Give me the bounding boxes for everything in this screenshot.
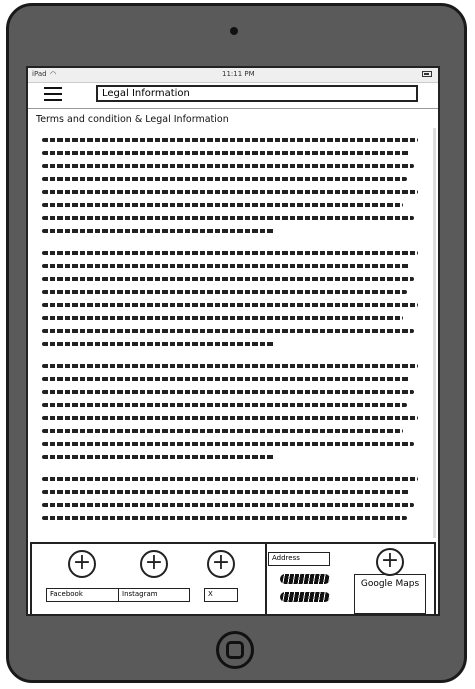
- x-plus-icon[interactable]: +: [207, 550, 235, 578]
- placeholder-text-line: [42, 216, 415, 220]
- placeholder-text-line: [42, 177, 407, 181]
- placeholder-text-line: [42, 290, 407, 294]
- facebook-plus-icon[interactable]: +: [68, 550, 96, 578]
- placeholder-text-line: [42, 403, 407, 407]
- camera-dot: [230, 27, 238, 35]
- hamburger-menu-icon[interactable]: [44, 87, 62, 101]
- legal-paragraph: [42, 138, 418, 233]
- instagram-plus-icon[interactable]: +: [140, 550, 168, 578]
- placeholder-text-line: [42, 416, 418, 420]
- placeholder-text-line: [42, 364, 418, 368]
- address-line-2: [280, 592, 330, 602]
- address-line-1: [280, 574, 330, 584]
- status-time: 11:11 PM: [222, 70, 255, 78]
- placeholder-text-line: [42, 190, 418, 194]
- placeholder-text-line: [42, 264, 411, 268]
- placeholder-text-line: [42, 229, 276, 233]
- scrollbar[interactable]: [433, 128, 436, 538]
- legal-paragraph: [42, 364, 418, 459]
- placeholder-text-line: [42, 477, 418, 481]
- battery-icon: [422, 71, 432, 77]
- footer-divider: [265, 544, 267, 614]
- placeholder-text-line: [42, 342, 276, 346]
- carrier-label: iPad: [32, 70, 47, 78]
- page-title: Legal Information: [96, 85, 418, 102]
- placeholder-text-line: [42, 316, 403, 320]
- instagram-link[interactable]: Instagram: [118, 588, 190, 602]
- placeholder-text-line: [42, 377, 411, 381]
- legal-heading: Terms and condition & Legal Information: [36, 114, 229, 125]
- placeholder-text-line: [42, 455, 276, 459]
- placeholder-text-line: [42, 251, 418, 255]
- legal-paragraph: [42, 251, 418, 346]
- footer: + + + Facebook Instagram X Address + Goo…: [30, 542, 436, 614]
- address-label: Address: [268, 552, 330, 566]
- x-link[interactable]: X: [204, 588, 238, 602]
- placeholder-text-line: [42, 164, 415, 168]
- placeholder-text-line: [42, 390, 415, 394]
- facebook-link[interactable]: Facebook: [46, 588, 122, 602]
- status-bar: iPad ◠ 11:11 PM: [28, 68, 438, 83]
- header-divider: [28, 108, 438, 109]
- placeholder-text-line: [42, 203, 403, 207]
- app-screen: iPad ◠ 11:11 PM Legal Information Terms …: [26, 66, 440, 616]
- placeholder-text-line: [42, 303, 418, 307]
- placeholder-text-line: [42, 329, 415, 333]
- placeholder-text-line: [42, 277, 415, 281]
- google-maps-box[interactable]: Google Maps: [354, 574, 426, 614]
- placeholder-text-line: [42, 429, 403, 433]
- legal-paragraph: [42, 477, 418, 520]
- placeholder-text-line: [42, 442, 415, 446]
- maps-plus-icon[interactable]: +: [376, 548, 404, 576]
- placeholder-text-line: [42, 138, 418, 142]
- placeholder-text-line: [42, 151, 411, 155]
- wifi-icon: ◠: [50, 70, 57, 78]
- placeholder-text-line: [42, 503, 415, 507]
- placeholder-text-line: [42, 490, 411, 494]
- legal-text-body: [42, 138, 418, 538]
- home-button-icon: [226, 641, 244, 659]
- placeholder-text-line: [42, 516, 407, 520]
